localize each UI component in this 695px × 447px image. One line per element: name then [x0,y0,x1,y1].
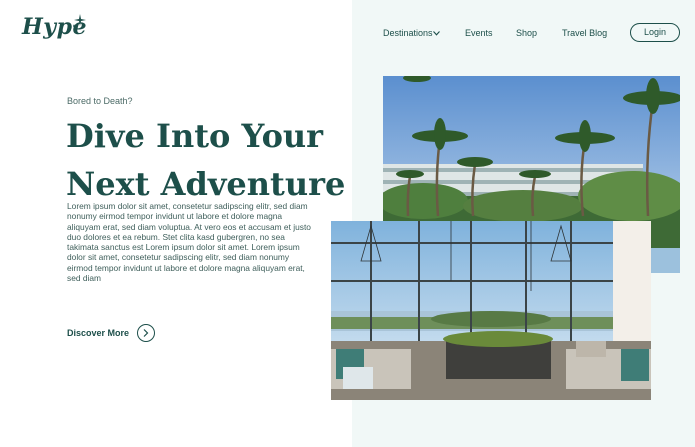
top-navigation: Hype Destinations Events Shop Travel Blo… [0,0,695,60]
chevron-down-icon[interactable] [433,31,440,36]
login-button[interactable]: Login [630,23,680,42]
chevron-right-icon[interactable] [137,324,156,342]
nav-shop[interactable]: Shop [516,28,537,38]
hero-title-line-1: Dive Into Your [66,117,324,155]
nav-events[interactable]: Events [465,28,493,38]
hero-eyebrow: Bored to Death? [67,96,133,106]
nav-destinations[interactable]: Destinations [383,28,433,38]
lounge-photo [331,221,651,400]
hero-title: Dive Into Your Next Adventure [66,112,356,208]
nav-travel-blog[interactable]: Travel Blog [562,28,607,38]
sparkle-icon [73,14,86,28]
discover-more-button[interactable]: Discover More [67,323,156,343]
hero-body: Lorem ipsum dolor sit amet, consetetur s… [67,201,311,284]
discover-more-label: Discover More [67,328,130,338]
